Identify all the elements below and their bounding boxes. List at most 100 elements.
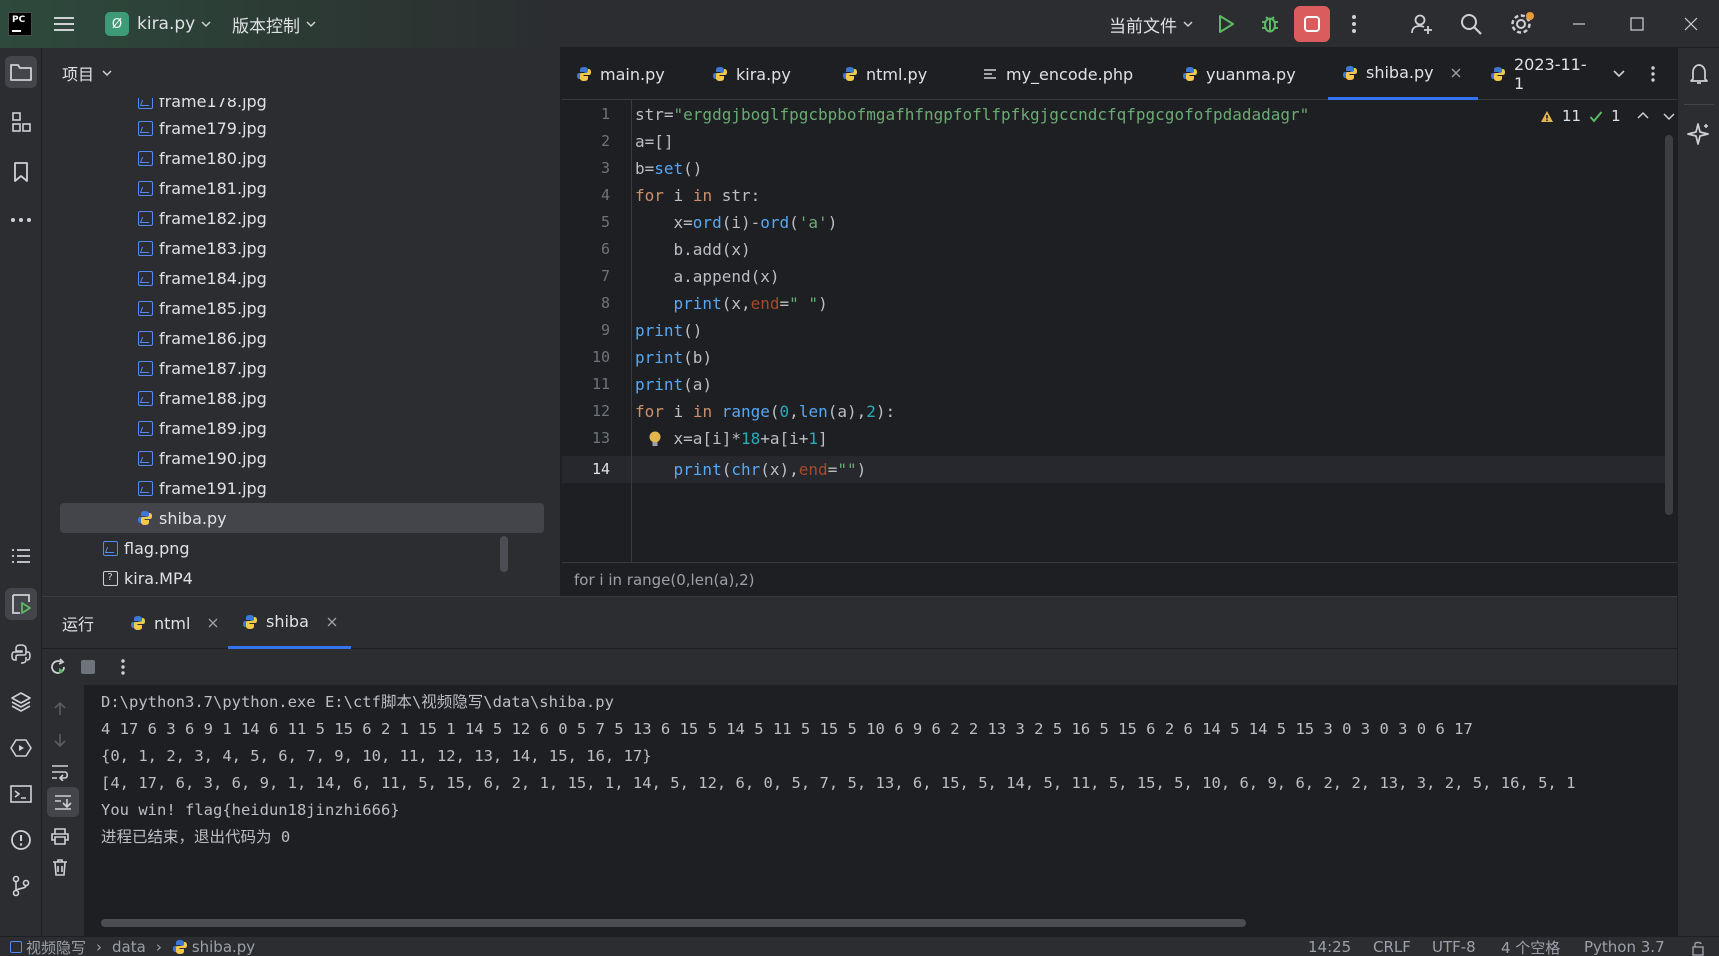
tree-file[interactable]: frame187.jpg (42, 353, 561, 383)
caret-position[interactable]: 14:25 (1308, 937, 1351, 956)
ai-assistant-button[interactable] (1683, 118, 1715, 150)
search-everywhere-button[interactable] (1459, 0, 1483, 48)
tree-file[interactable]: frame184.jpg (42, 263, 561, 293)
vcs-menu[interactable]: 版本控制 (232, 0, 316, 48)
tab-list-button[interactable] (1612, 48, 1626, 100)
tab-yuanma-py[interactable]: yuanma.py (1182, 48, 1327, 100)
stop-icon[interactable] (80, 659, 96, 675)
inspection-widget[interactable]: 11 1 (1540, 104, 1675, 128)
layers-tool-button[interactable] (5, 686, 37, 718)
tree-file[interactable]: frame180.jpg (42, 143, 561, 173)
trash-icon[interactable] (51, 858, 69, 876)
tab-ntml-py[interactable]: ntml.py (842, 48, 960, 100)
more-actions-button[interactable] (1351, 0, 1357, 48)
run-side-toolbar (42, 685, 84, 937)
tab-label: kira.py (736, 64, 791, 84)
todo-tool-button[interactable] (5, 540, 37, 572)
arrow-up-icon[interactable] (52, 701, 68, 717)
tab-label: ntml.py (866, 64, 928, 84)
tab-shiba-py[interactable]: shiba.py (1328, 48, 1478, 100)
tree-file[interactable]: flag.png (42, 533, 561, 563)
more-tools-button[interactable] (5, 204, 37, 236)
line-number: 4 (600, 186, 610, 204)
more-vertical-icon[interactable] (120, 658, 126, 676)
vcs-tool-button[interactable] (5, 870, 37, 902)
tree-file[interactable]: frame191.jpg (42, 473, 561, 503)
tree-file[interactable]: frame179.jpg (42, 113, 561, 143)
run-tab-shiba[interactable]: shiba (228, 597, 351, 649)
python-file-icon (1182, 66, 1198, 82)
close-tab-icon[interactable] (208, 618, 218, 628)
run-button[interactable] (1216, 0, 1236, 48)
run-tab-ntml[interactable]: ntml (130, 597, 218, 649)
tab-more-button[interactable] (1650, 48, 1656, 100)
tab-kira-py[interactable]: kira.py (712, 48, 830, 100)
tab-2023-11[interactable]: 2023-11-1 (1490, 48, 1592, 100)
project-scrollbar[interactable] (500, 536, 508, 572)
stop-button[interactable] (1294, 0, 1330, 48)
project-tool-button[interactable] (5, 56, 37, 88)
tab-my-encode-php[interactable]: my_encode.php (982, 48, 1162, 100)
line-gutter: 1 2 3 4 5 6 7 8 9 10 11 12 13 14 (562, 100, 632, 562)
pycharm-logo-icon[interactable]: PC (8, 12, 32, 36)
tab-main-py[interactable]: main.py (576, 48, 694, 100)
code-editor[interactable]: 1 2 3 4 5 6 7 8 9 10 11 12 13 14 str="er… (562, 100, 1677, 562)
console-horizontal-scrollbar[interactable] (101, 919, 1246, 927)
tree-file-selected[interactable]: shiba.py (60, 503, 544, 533)
print-icon[interactable] (50, 827, 70, 845)
chevron-down-icon[interactable] (1663, 111, 1675, 121)
settings-button[interactable] (1509, 0, 1535, 48)
sparkle-icon (1687, 123, 1709, 145)
tree-file[interactable]: frame189.jpg (42, 413, 561, 443)
project-panel: 项目 frame178.jpg frame179.jpg frame180.jp… (42, 48, 561, 596)
console-line: 进程已结束，退出代码为 0 (101, 828, 291, 846)
debug-button[interactable] (1259, 0, 1281, 48)
line-separator[interactable]: CRLF (1373, 937, 1411, 956)
scroll-to-end-button[interactable] (47, 787, 79, 817)
editor-scrollbar[interactable] (1665, 135, 1673, 515)
python-console-icon (11, 644, 31, 664)
python-packages-tool-button[interactable] (5, 638, 37, 670)
image-file-icon (137, 450, 153, 466)
python-interpreter[interactable]: Python 3.7 (1584, 937, 1665, 956)
arrow-down-icon[interactable] (52, 732, 68, 748)
bookmarks-tool-button[interactable] (5, 156, 37, 188)
code-line: print(x,end=" ") (673, 294, 828, 313)
rerun-icon[interactable] (48, 657, 68, 677)
run-config-selector[interactable]: 当前文件 (1109, 0, 1193, 48)
soft-wrap-icon[interactable] (50, 763, 70, 781)
project-switcher[interactable]: Ø kira.py (105, 0, 211, 48)
terminal-tool-button[interactable] (5, 778, 37, 810)
run-tool-button[interactable] (5, 588, 37, 620)
notifications-button[interactable] (1683, 58, 1715, 90)
tree-file[interactable]: ? kira.MP4 (42, 563, 561, 593)
tree-file[interactable]: frame188.jpg (42, 383, 561, 413)
bell-icon (1690, 64, 1708, 84)
editor-breadcrumb[interactable]: for i in range(0,len(a),2) (562, 562, 1677, 596)
problems-tool-button[interactable] (5, 824, 37, 856)
chevron-up-icon[interactable] (1637, 111, 1649, 121)
main-menu-button[interactable] (54, 0, 74, 48)
code-line: print(b) (635, 348, 713, 367)
maximize-button[interactable] (1608, 0, 1666, 48)
project-panel-header[interactable]: 项目 (42, 48, 561, 98)
tree-file[interactable]: frame186.jpg (42, 323, 561, 353)
tree-file[interactable]: frame185.jpg (42, 293, 561, 323)
code-line: a=[] (635, 132, 674, 151)
lock-icon[interactable] (1690, 940, 1706, 956)
tree-file[interactable]: frame182.jpg (42, 203, 561, 233)
tree-file[interactable]: frame190.jpg (42, 443, 561, 473)
indent-setting[interactable]: 4 个空格 (1501, 937, 1560, 956)
services-tool-button[interactable] (5, 732, 37, 764)
file-encoding[interactable]: UTF-8 (1432, 937, 1476, 956)
run-config-label: 当前文件 (1109, 16, 1177, 37)
close-tab-icon[interactable] (1450, 67, 1462, 79)
tree-file[interactable]: frame181.jpg (42, 173, 561, 203)
status-breadcrumb[interactable]: 视频隐写 › data › shiba.py (10, 937, 255, 956)
code-with-me-button[interactable] (1410, 0, 1434, 48)
close-tab-icon[interactable] (327, 617, 337, 627)
tree-file[interactable]: frame183.jpg (42, 233, 561, 263)
structure-tool-button[interactable] (5, 106, 37, 138)
close-window-button[interactable] (1662, 0, 1719, 48)
minimize-button[interactable] (1550, 0, 1608, 48)
